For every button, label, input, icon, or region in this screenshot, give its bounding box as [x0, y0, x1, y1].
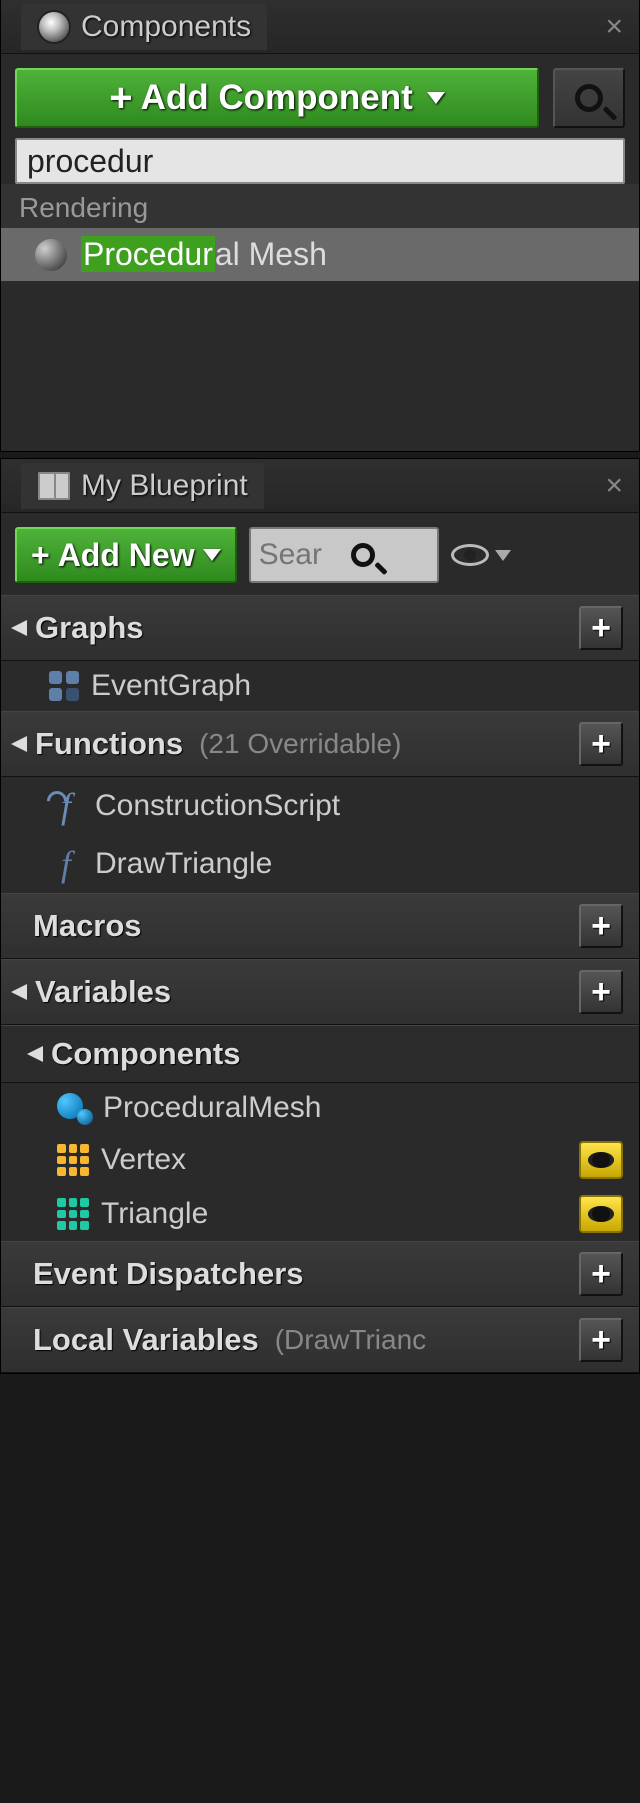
eventgraph-label: EventGraph [91, 669, 251, 703]
my-blueprint-panel: My Blueprint × + Add New Graphs + EventG… [0, 458, 640, 1374]
components-tab[interactable]: Components [21, 4, 267, 50]
visibility-toggle[interactable] [579, 1195, 623, 1233]
result-rest: al Mesh [215, 236, 327, 272]
section-var-components[interactable]: Components [1, 1025, 639, 1083]
close-icon[interactable]: × [605, 469, 639, 503]
array-icon [57, 1144, 89, 1176]
array-icon [57, 1198, 89, 1230]
item-eventgraph[interactable]: EventGraph [1, 661, 639, 711]
add-new-label: Add New [58, 537, 195, 574]
section-graphs[interactable]: Graphs + [1, 595, 639, 661]
triangle-label: Triangle [101, 1197, 208, 1231]
eye-icon [588, 1152, 614, 1168]
blueprint-tab[interactable]: My Blueprint [21, 463, 264, 509]
expand-icon [11, 620, 27, 636]
function-override-icon: f [49, 785, 83, 827]
close-icon[interactable]: × [605, 10, 639, 44]
var-proceduralmesh[interactable]: ProceduralMesh [1, 1083, 639, 1133]
chevron-down-icon [495, 550, 511, 561]
components-icon [37, 10, 71, 44]
item-constructionscript[interactable]: f ConstructionScript [1, 777, 639, 835]
components-tab-title: Components [81, 10, 251, 44]
blueprint-search-field[interactable] [249, 527, 439, 583]
add-event-dispatcher-button[interactable]: + [579, 1252, 623, 1296]
blueprint-toolbar: + Add New [1, 513, 639, 595]
component-search-field[interactable] [15, 138, 625, 184]
plus-icon: + [109, 76, 132, 121]
result-highlight: Procedur [81, 236, 215, 272]
plus-icon: + [31, 537, 50, 574]
component-icon [57, 1093, 91, 1123]
graphs-title: Graphs [35, 610, 144, 646]
add-function-button[interactable]: + [579, 722, 623, 766]
mesh-icon [35, 239, 67, 271]
proceduralmesh-label: ProceduralMesh [103, 1091, 321, 1125]
expand-icon [11, 736, 27, 752]
local-variables-title: Local Variables [33, 1322, 259, 1358]
components-tab-bar: Components × [1, 0, 639, 54]
search-icon [351, 543, 375, 567]
blueprint-tab-bar: My Blueprint × [1, 459, 639, 513]
blueprint-search-input[interactable] [259, 538, 351, 572]
section-functions[interactable]: Functions (21 Overridable) + [1, 711, 639, 777]
variables-title: Variables [35, 974, 171, 1010]
add-new-button[interactable]: + Add New [15, 527, 237, 583]
components-panel: Components × + Add Component Rendering P… [0, 0, 640, 452]
search-icon [575, 84, 603, 112]
functions-subtitle: (21 Overridable) [199, 728, 401, 760]
var-components-title: Components [51, 1036, 240, 1072]
graph-icon [49, 671, 79, 701]
search-result-procedural-mesh[interactable]: Procedural Mesh [1, 228, 639, 281]
section-macros[interactable]: Macros + [1, 893, 639, 959]
components-toolbar: + Add Component [1, 54, 639, 138]
local-variables-subtitle: (DrawTrianc [275, 1324, 426, 1356]
functions-title: Functions [35, 726, 183, 762]
chevron-down-icon [427, 92, 445, 104]
eye-icon [588, 1206, 614, 1222]
item-drawtriangle[interactable]: f DrawTriangle [1, 835, 639, 893]
section-local-variables[interactable]: Local Variables (DrawTrianc + [1, 1307, 639, 1373]
constructionscript-label: ConstructionScript [95, 789, 340, 823]
category-rendering: Rendering [1, 184, 639, 228]
section-event-dispatchers[interactable]: Event Dispatchers + [1, 1241, 639, 1307]
chevron-down-icon [203, 549, 221, 561]
result-text: Procedural Mesh [81, 236, 327, 273]
drawtriangle-label: DrawTriangle [95, 847, 272, 881]
var-triangle[interactable]: Triangle [1, 1187, 639, 1241]
add-component-button[interactable]: + Add Component [15, 68, 539, 128]
section-variables[interactable]: Variables + [1, 959, 639, 1025]
add-local-variable-button[interactable]: + [579, 1318, 623, 1362]
macros-title: Macros [33, 908, 142, 944]
add-graph-button[interactable]: + [579, 606, 623, 650]
expand-icon [11, 984, 27, 1000]
component-search-input[interactable] [27, 143, 613, 180]
event-dispatchers-title: Event Dispatchers [33, 1256, 304, 1292]
vertex-label: Vertex [101, 1143, 186, 1177]
add-variable-button[interactable]: + [579, 970, 623, 1014]
blueprint-icon [37, 469, 71, 503]
function-icon: f [49, 843, 83, 885]
expand-icon [27, 1046, 43, 1062]
blueprint-tab-title: My Blueprint [81, 469, 248, 503]
eye-icon [451, 544, 489, 566]
visibility-toggle[interactable] [579, 1141, 623, 1179]
add-macro-button[interactable]: + [579, 904, 623, 948]
var-vertex[interactable]: Vertex [1, 1133, 639, 1187]
visibility-filter[interactable] [451, 544, 511, 566]
components-empty-area [1, 281, 639, 451]
add-component-label: Add Component [141, 78, 413, 118]
search-components-button[interactable] [553, 68, 625, 128]
